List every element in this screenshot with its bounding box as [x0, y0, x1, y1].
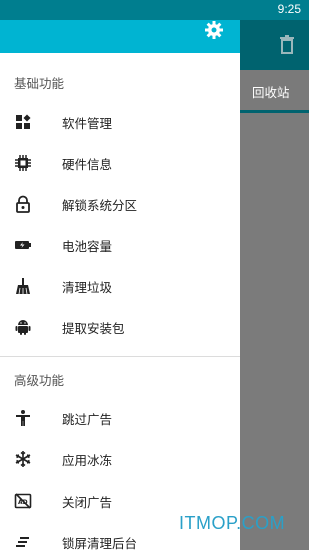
watermark-itmop: ITMOP.COM [179, 513, 286, 533]
lock-icon [16, 195, 30, 213]
menu-label: 跳过广告 [62, 412, 113, 427]
menu-label: 硬件信息 [62, 157, 113, 172]
section-title-advanced: 高级功能 [14, 373, 65, 388]
background-toolbar [240, 20, 309, 70]
section-divider [0, 356, 240, 357]
menu-item-hardware-info[interactable]: 硬件信息 [0, 143, 240, 183]
ad-block-icon: AD [14, 493, 32, 509]
broom-icon [16, 278, 30, 295]
menu-label: 软件管理 [62, 116, 113, 131]
person-icon [16, 410, 30, 426]
menu-label: 解锁系统分区 [62, 198, 138, 213]
tab-recycle-bin[interactable]: 回收站 [252, 82, 290, 101]
menu-item-clean-junk[interactable]: 清理垃圾 [0, 266, 240, 306]
menu-label: 清理垃圾 [62, 280, 113, 295]
menu-item-extract-apk[interactable]: 提取安装包 [0, 307, 240, 347]
status-time: 9:25 [277, 2, 301, 16]
snowflake-icon [15, 451, 31, 467]
menu-label: 提取安装包 [62, 321, 125, 336]
menu-label: 应用冰冻 [62, 453, 113, 468]
menu-label: 电池容量 [62, 239, 113, 254]
sweep-icon [16, 537, 29, 547]
menu-item-freeze-apps[interactable]: 应用冰冻 [0, 439, 240, 479]
gear-icon[interactable] [204, 20, 224, 40]
background-content-scrim[interactable] [240, 113, 309, 550]
trash-icon[interactable] [279, 34, 295, 54]
android-icon [15, 320, 31, 335]
menu-item-unlock-partition[interactable]: 解锁系统分区 [0, 184, 240, 224]
apps-icon [16, 114, 31, 129]
section-title-basic: 基础功能 [14, 76, 65, 91]
navigation-drawer: 基础功能 软件管理 硬件信息 解锁系统分区 电池容量 清理垃圾 提取安装包 高级… [0, 20, 240, 550]
status-bar: 9:25 [0, 0, 309, 20]
battery-icon [15, 241, 31, 249]
menu-label: 锁屏清理后台 [62, 536, 138, 550]
drawer-header [0, 20, 240, 53]
chip-icon [15, 155, 31, 171]
menu-label: 关闭广告 [62, 495, 113, 510]
menu-item-app-management[interactable]: 软件管理 [0, 102, 240, 142]
menu-item-battery-capacity[interactable]: 电池容量 [0, 225, 240, 265]
menu-item-skip-ads[interactable]: 跳过广告 [0, 398, 240, 438]
